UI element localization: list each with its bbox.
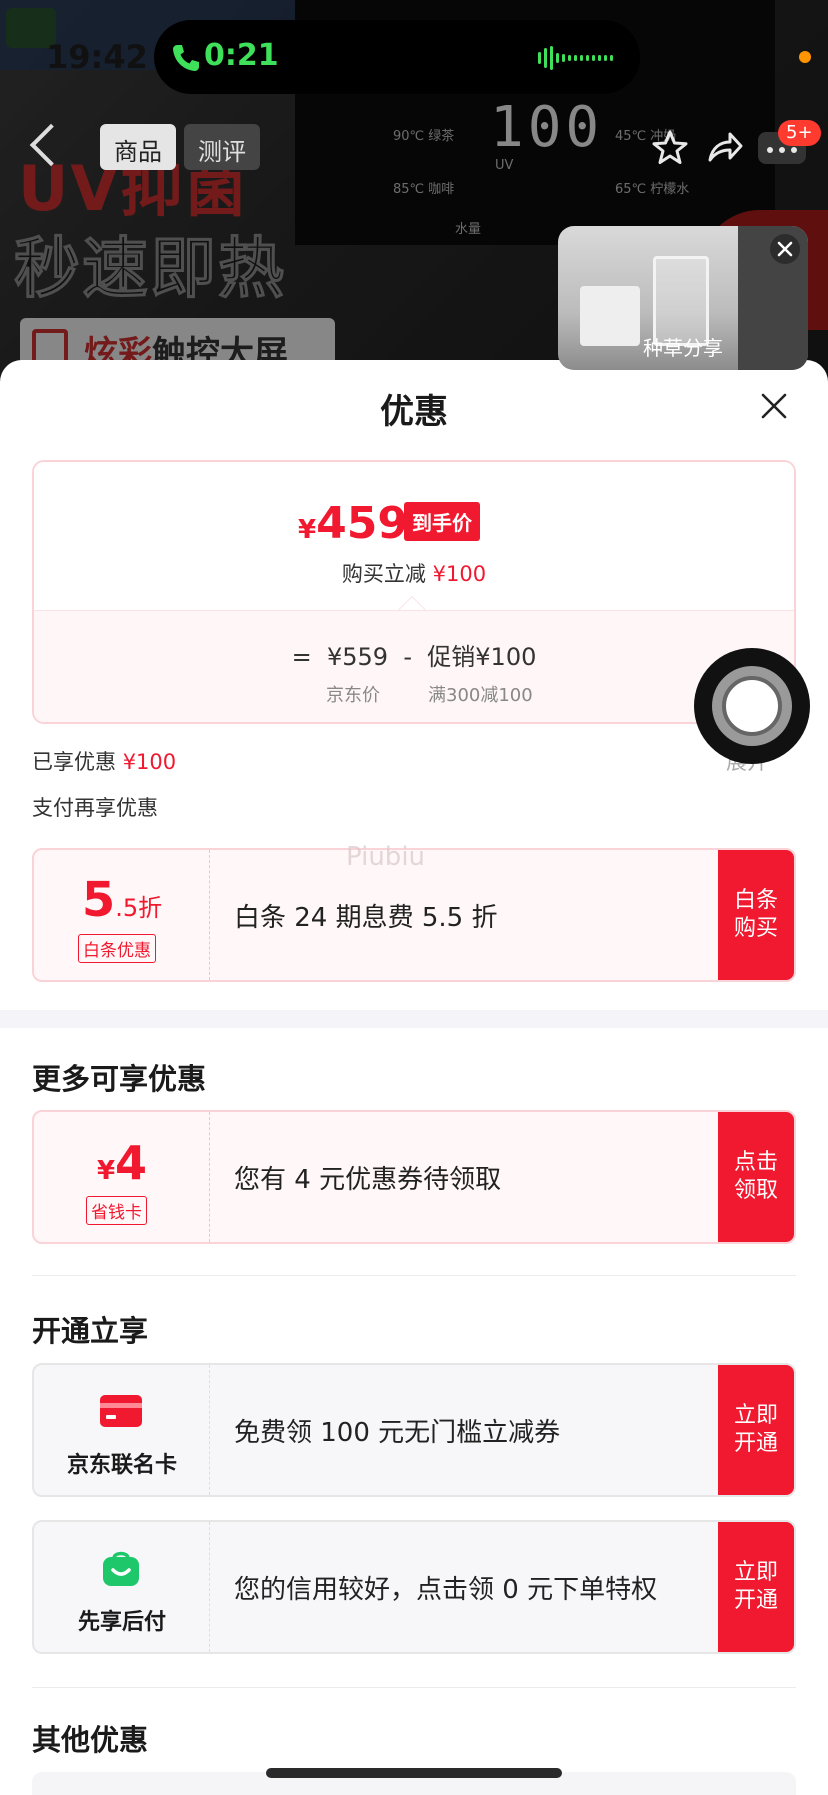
formula-line: = ¥559 - 促销¥100 (34, 637, 794, 672)
discount-small: .5折 (115, 894, 163, 922)
share-icon[interactable] (704, 128, 744, 168)
final-price-section: ¥459 到手价 购买立减 ¥100 (34, 462, 794, 610)
currency-symbol: ¥ (96, 1156, 116, 1186)
section-divider (0, 1010, 828, 1028)
discount-big: 5 (81, 872, 116, 928)
close-icon[interactable] (758, 390, 790, 422)
coupon-amount: 4 (115, 1136, 148, 1190)
claim-coupon-button[interactable]: 点击领取 (718, 1112, 794, 1242)
offer-badge: 5.5折 白条优惠 (34, 850, 210, 980)
video-label: 种草分享 (643, 336, 723, 360)
status-time: 19:42 (46, 38, 148, 76)
enjoyed-label: 已享优惠 (32, 750, 116, 774)
equals-sign: = (291, 643, 312, 671)
offer-description: 您的信用较好，点击领 0 元下单特权 (234, 1574, 658, 1605)
coupon-value: ¥4 (34, 1136, 210, 1190)
discount-sheet: 优惠 ¥459 到手价 购买立减 ¥100 = ¥559 - 促销¥100 京东… (0, 360, 828, 1795)
price-breakdown-card: ¥459 到手价 购买立减 ¥100 = ¥559 - 促销¥100 京东价 满… (32, 460, 796, 724)
reduction-line: 购买立减 ¥100 (34, 558, 794, 588)
final-price-tag: 到手价 (404, 502, 480, 541)
assistive-touch-button[interactable] (694, 648, 810, 764)
reduction-label: 购买立减 (341, 562, 426, 586)
jd-price-label: 京东价 (326, 685, 380, 706)
offer-name: 京东联名卡 (66, 1453, 177, 1478)
price-formula: = ¥559 - 促销¥100 京东价 满300减100 (34, 610, 794, 722)
offer-tag: 白条优惠 (78, 934, 156, 963)
watermark: Piubiu (346, 842, 426, 872)
jd-price: ¥559 (327, 643, 389, 671)
star-icon[interactable] (650, 128, 690, 168)
divider (32, 1687, 796, 1688)
sheet-title: 优惠 (380, 392, 448, 432)
final-price: ¥459 (298, 498, 408, 549)
phone-icon (173, 45, 199, 71)
assistive-core (722, 676, 782, 736)
open-cobrand-button[interactable]: 立即开通 (718, 1365, 794, 1495)
offer-badge: 先享后付 (34, 1522, 210, 1652)
shopping-bag-icon (103, 1551, 139, 1586)
privacy-indicator (799, 51, 811, 63)
call-duration: 0:21 (204, 38, 279, 73)
credit-card-icon (100, 1395, 142, 1427)
offer-badge: ¥4 省钱卡 (34, 1112, 210, 1242)
tab-product[interactable]: 商品 (100, 124, 176, 170)
enjoyed-amount: ¥100 (122, 750, 177, 774)
coupon-offer-card[interactable]: ¥4 省钱卡 您有 4 元优惠券待领取 点击领取 (32, 1110, 796, 1244)
minus-sign: - (403, 643, 413, 671)
pay-more-label: 支付再享优惠 (32, 796, 158, 820)
enjoyed-discount: 已享优惠 ¥100 (32, 746, 176, 776)
audio-wave-icon (538, 46, 613, 70)
reduction-amount: ¥100 (432, 562, 487, 586)
divider (32, 1275, 796, 1276)
home-indicator[interactable] (266, 1768, 562, 1778)
floating-video[interactable]: 种草分享 (558, 226, 808, 370)
currency-symbol: ¥ (298, 515, 317, 545)
close-icon[interactable] (770, 234, 800, 264)
offer-name: 先享后付 (77, 1610, 166, 1635)
section-title: 更多可享优惠 (32, 1062, 207, 1096)
discount-value: 5.5折 (34, 872, 210, 928)
final-price-value: 459 (316, 498, 408, 549)
open-paylater-button[interactable]: 立即开通 (718, 1522, 794, 1652)
tab-review[interactable]: 测评 (184, 124, 260, 170)
cobrand-card-offer[interactable]: 京东联名卡 免费领 100 元无门槛立减券 立即开通 (32, 1363, 796, 1497)
offer-tag: 省钱卡 (86, 1196, 147, 1225)
offer-badge: 京东联名卡 (34, 1365, 210, 1495)
section-title: 其他优惠 (32, 1723, 149, 1757)
promo-label: 满300减100 (428, 685, 533, 706)
section-title: 开通立享 (32, 1314, 149, 1348)
paylater-offer[interactable]: 先享后付 您的信用较好，点击领 0 元下单特权 立即开通 (32, 1520, 796, 1654)
cart-badge: 5+ (778, 120, 821, 146)
offer-description: 您有 4 元优惠券待领取 (234, 1164, 502, 1195)
offer-description: 免费领 100 元无门槛立减券 (234, 1417, 561, 1448)
baitiao-buy-button[interactable]: 白条购买 (718, 850, 794, 980)
promo-amount: 促销¥100 (427, 643, 537, 671)
